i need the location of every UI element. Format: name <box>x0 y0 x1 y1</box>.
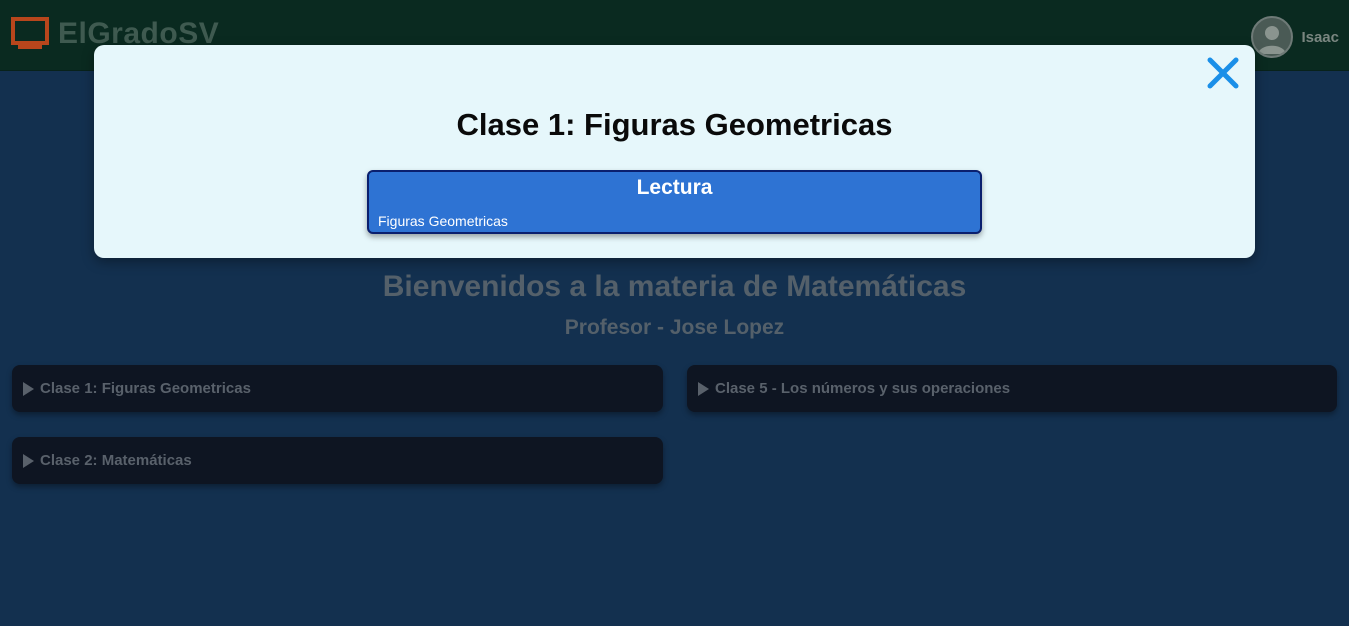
page-title: Bienvenidos a la materia de Matemáticas <box>382 270 967 303</box>
class-label: Clase 2: Matemáticas <box>40 452 192 469</box>
teacher-name: Profesor - Jose Lopez <box>564 316 785 339</box>
class-modal: Clase 1: Figuras Geometricas Lectura Fig… <box>94 45 1255 258</box>
close-icon <box>1207 57 1239 89</box>
class-label: Clase 5 - Los números y sus operaciones <box>715 380 1011 397</box>
lesson-type: Lectura <box>636 176 713 199</box>
user-avatar-icon[interactable] <box>1251 16 1294 58</box>
class-card[interactable]: Clase 5 - Los números y sus operaciones <box>687 365 1337 412</box>
expand-triangle-icon <box>698 381 709 396</box>
chalkboard-icon <box>11 17 49 49</box>
class-card[interactable]: Clase 2: Matemáticas <box>12 437 663 484</box>
lesson-name: Figuras Geometricas <box>378 213 508 229</box>
lesson-card[interactable]: Lectura Figuras Geometricas <box>367 170 982 234</box>
user-menu[interactable]: Isaac <box>1251 16 1339 58</box>
modal-title: Clase 1: Figuras Geometricas <box>456 107 893 142</box>
class-card[interactable]: Clase 1: Figuras Geometricas <box>12 365 663 412</box>
class-label: Clase 1: Figuras Geometricas <box>40 380 251 397</box>
expand-triangle-icon <box>23 453 34 468</box>
username: Isaac <box>1301 28 1339 46</box>
expand-triangle-icon <box>23 381 34 396</box>
close-button[interactable] <box>1205 55 1241 91</box>
